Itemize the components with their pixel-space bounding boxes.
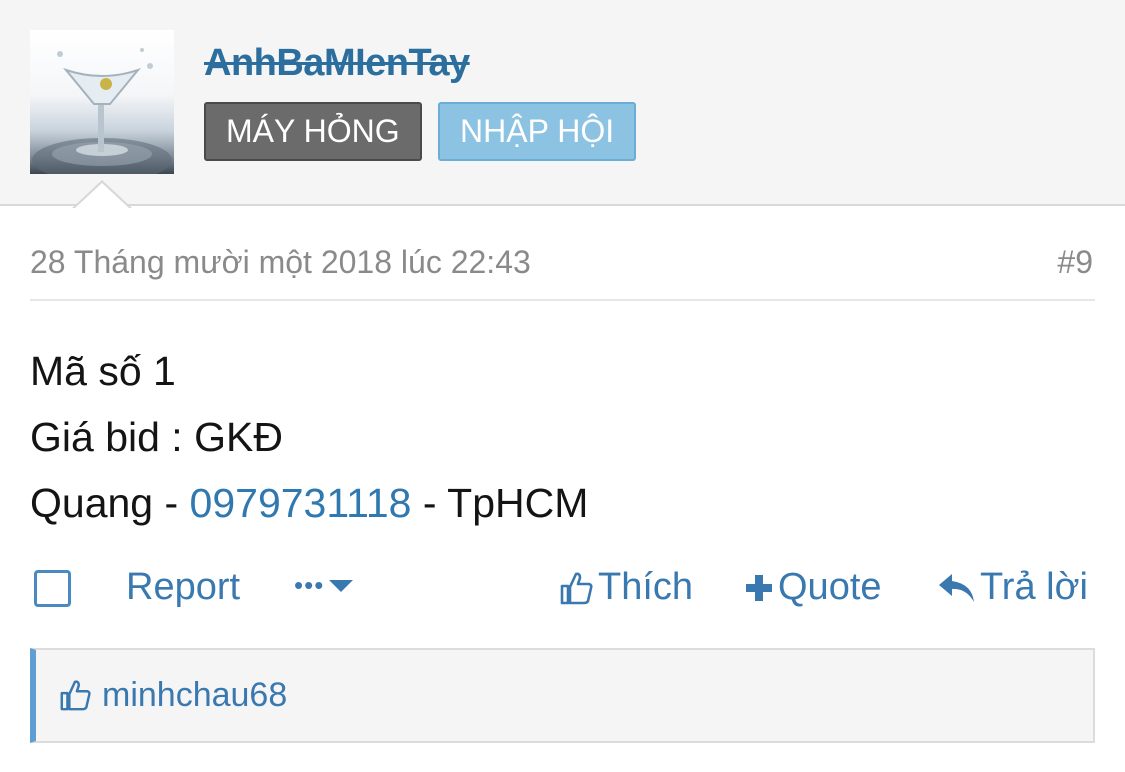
quote-label: Quote	[778, 566, 882, 608]
reply-button[interactable]: Trả lời	[938, 566, 1088, 609]
username-link[interactable]: AnhBaMIenTay	[204, 42, 470, 85]
plus-icon	[744, 573, 774, 603]
report-link[interactable]: Report	[126, 566, 240, 609]
avatar[interactable]	[30, 30, 174, 174]
content-line-3: Quang - 0979731118 - TpHCM	[30, 470, 588, 536]
user-join-badge: NHẬP HỘI	[438, 102, 637, 161]
meta-divider	[30, 299, 1095, 301]
reply-label: Trả lời	[980, 566, 1088, 608]
report-label: Report	[126, 566, 241, 608]
liker-username-link[interactable]: minhchau68	[102, 676, 287, 715]
content-line-2: Giá bid : GKĐ	[30, 414, 283, 460]
phone-link[interactable]: 0979731118	[190, 480, 412, 526]
like-button[interactable]: Thích	[558, 566, 693, 609]
likes-summary: minhchau68	[30, 648, 1095, 743]
quote-button[interactable]: Quote	[744, 566, 882, 609]
reply-arrow-icon	[938, 572, 976, 604]
header-pointer-inner	[74, 183, 130, 209]
user-title-badge: MÁY HỎNG	[204, 102, 422, 161]
post-content: Mã số 1 Giá bid : GKĐ Quang - 0979731118…	[30, 338, 588, 536]
post-header: AnhBaMIenTay MÁY HỎNG NHẬP HỘI	[0, 0, 1125, 206]
like-label: Thích	[598, 566, 694, 608]
post-date[interactable]: 28 Tháng mười một 2018 lúc 22:43	[30, 244, 531, 281]
more-dots-icon: •••	[294, 570, 325, 600]
post-number[interactable]: #9	[1057, 244, 1093, 281]
thumbs-up-icon	[558, 570, 594, 606]
chevron-down-icon	[328, 578, 354, 594]
content-line-1: Mã số 1	[30, 348, 176, 394]
content-line-3-prefix: Quang -	[30, 480, 190, 526]
avatar-image	[32, 48, 172, 174]
content-line-3-suffix: - TpHCM	[411, 480, 589, 526]
select-post-checkbox[interactable]	[34, 570, 71, 607]
more-menu-button[interactable]: •••	[294, 570, 354, 601]
thumbs-up-icon	[58, 678, 92, 717]
